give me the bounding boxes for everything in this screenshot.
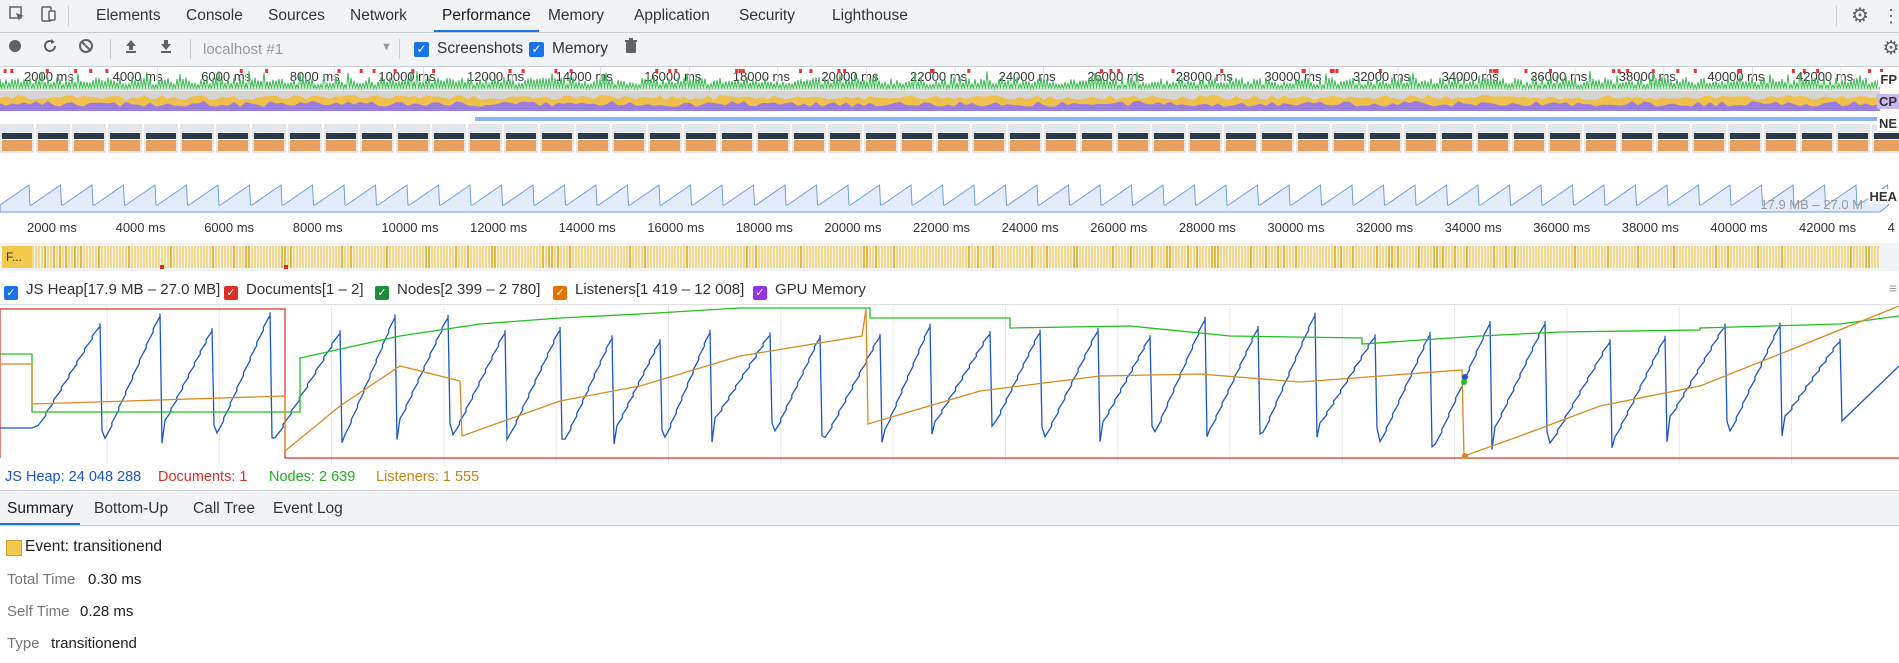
- ruler-tick-label: 32000 ms: [1356, 220, 1414, 235]
- divider: [68, 6, 69, 26]
- devtools-tab-bar: Elements Console Sources Network Perform…: [0, 0, 1899, 33]
- checkbox-icon: ✓: [753, 286, 767, 300]
- performance-toolbar: localhost #1 ▼ ✓ Screenshots ✓ Memory ⚙: [0, 33, 1899, 67]
- heap-range-text: 17.9 MB – 27.0 M: [1760, 197, 1863, 212]
- tab-security[interactable]: Security: [737, 0, 797, 32]
- tab-event-log[interactable]: Event Log: [273, 492, 343, 525]
- gpu-memory-counter-toggle[interactable]: ✓ GPU Memory: [753, 281, 866, 300]
- inspect-element-icon[interactable]: [6, 5, 28, 27]
- documents-value: Documents: 1: [158, 469, 248, 485]
- memory-counters-legend: ✓ JS Heap[17.9 MB – 27.0 MB] ✓ Documents[1…: [0, 276, 1899, 305]
- divider: [110, 39, 111, 59]
- listeners-counter-toggle[interactable]: ✓ Listeners[1 419 – 12 008]: [553, 281, 744, 300]
- ruler-tick-label: 36000 ms: [1533, 220, 1591, 235]
- ruler-tick-label: 2000 ms: [27, 220, 77, 235]
- listeners-value: Listeners: 1 555: [376, 469, 480, 485]
- more-options-icon[interactable]: ⋮: [1880, 5, 1899, 27]
- tab-elements[interactable]: Elements: [94, 0, 163, 32]
- checkbox-icon: ✓: [553, 286, 567, 300]
- timeline-overview[interactable]: 2000 ms 4000 ms 6000 ms 8000 ms 10000 ms 1200…: [0, 67, 1899, 242]
- frames-track[interactable]: F...: [0, 243, 1899, 271]
- network-track-label: NE: [1876, 116, 1899, 131]
- divider: [399, 39, 400, 59]
- tab-memory[interactable]: Memory: [546, 0, 606, 32]
- ruler-tick-label: 10000 ms: [381, 220, 439, 235]
- memory-counter-graph[interactable]: [0, 306, 1899, 464]
- settings-gear-icon[interactable]: ⚙: [1849, 5, 1871, 27]
- js-heap-value: JS Heap: 24 048 288: [5, 469, 142, 485]
- fps-track-label: FP: [1878, 72, 1899, 87]
- reload-record-icon[interactable]: [39, 38, 61, 60]
- ruler-tick-label: 4000 ms: [115, 220, 166, 235]
- tab-console[interactable]: Console: [184, 0, 245, 32]
- ruler-tick-label: 26000 ms: [1090, 220, 1148, 235]
- frames-bars: [32, 246, 1879, 269]
- tab-network[interactable]: Network: [348, 0, 409, 32]
- ruler-tick-label: 22000 ms: [913, 220, 971, 235]
- target-select[interactable]: localhost #1: [203, 41, 283, 58]
- ruler-tick-label: 8000 ms: [292, 220, 343, 235]
- ruler-tick-label: 40000 ms: [1710, 220, 1768, 235]
- counter-values: JS Heap: 24 048 288 Documents: 1 Nodes: …: [0, 466, 1899, 491]
- device-toolbar-icon[interactable]: [37, 5, 59, 27]
- ruler-tick-label: 30000 ms: [1267, 220, 1325, 235]
- tab-application[interactable]: Application: [632, 0, 712, 32]
- capture-settings-gear-icon[interactable]: ⚙: [1880, 38, 1899, 60]
- summary-row-type: Type transitionend: [7, 635, 137, 652]
- frames-label: F...: [2, 246, 32, 268]
- tab-sources[interactable]: Sources: [266, 0, 327, 32]
- record-icon[interactable]: [4, 38, 26, 60]
- counter-graph-lines: [0, 306, 1899, 464]
- tab-performance[interactable]: Performance: [434, 0, 539, 32]
- ruler-tick-label: 34000 ms: [1444, 220, 1502, 235]
- upload-profile-icon[interactable]: [120, 38, 142, 60]
- memory-label: Memory: [552, 40, 608, 57]
- checkbox-icon: ✓: [375, 286, 389, 300]
- event-title: Event: transitionend: [25, 538, 163, 555]
- ruler-tick-label: 12000 ms: [470, 220, 528, 235]
- tab-summary[interactable]: Summary: [0, 492, 81, 525]
- chevron-down-icon[interactable]: ▼: [381, 41, 392, 53]
- nodes-value: Nodes: 2 639: [269, 469, 356, 485]
- ruler-tick-label: 38000 ms: [1621, 220, 1679, 235]
- garbage-collect-trash-icon[interactable]: [620, 38, 642, 60]
- checkbox-icon: ✓: [224, 286, 238, 300]
- heap-track-label: HEA: [1867, 189, 1899, 204]
- ruler-tick-label: 14000 ms: [558, 220, 616, 235]
- divider: [190, 39, 191, 59]
- event-color-swatch: [6, 540, 22, 556]
- download-profile-icon[interactable]: [155, 38, 177, 60]
- ruler-tick-label: 20000 ms: [824, 220, 882, 235]
- ruler-tick-label: 28000 ms: [1178, 220, 1236, 235]
- ruler-tick-label: 6000 ms: [204, 220, 255, 235]
- js-heap-counter-toggle[interactable]: ✓ JS Heap[17.9 MB – 27.0 MB]: [4, 281, 220, 300]
- tab-bottom-up[interactable]: Bottom-Up: [94, 492, 168, 525]
- ruler-tick-label: 42000 ms: [1799, 220, 1857, 235]
- screenshots-label: Screenshots: [437, 40, 524, 57]
- details-tab-bar: Summary Bottom-Up Call Tree Event Log: [0, 492, 1899, 526]
- nodes-counter-toggle[interactable]: ✓ Nodes[2 399 – 2 780]: [375, 281, 540, 300]
- memory-checkbox[interactable]: ✓: [529, 42, 544, 57]
- summary-row-total-time: Total Time 0.30 ms: [7, 571, 142, 588]
- summary-panel: Event: transitionend Total Time 0.30 ms S…: [0, 526, 1899, 663]
- overview-tracks: [0, 67, 1899, 213]
- documents-counter-toggle[interactable]: ✓ Documents[1 – 2]: [224, 281, 364, 300]
- divider: [1836, 6, 1837, 26]
- checkbox-icon: ✓: [4, 286, 18, 300]
- ruler-tick-label: 16000 ms: [647, 220, 705, 235]
- ruler-tick-label: 24000 ms: [1001, 220, 1059, 235]
- ruler-tick-label: 18000 ms: [735, 220, 793, 235]
- ruler-tick-label: 4: [1887, 220, 1895, 235]
- screenshots-checkbox[interactable]: ✓: [414, 42, 429, 57]
- clear-icon[interactable]: [75, 38, 97, 60]
- tab-lighthouse[interactable]: Lighthouse: [830, 0, 910, 32]
- cpu-track-label: CP: [1876, 94, 1899, 109]
- summary-row-self-time: Self Time 0.28 ms: [7, 603, 134, 620]
- resize-handle-icon[interactable]: ≡: [1889, 280, 1897, 296]
- tab-call-tree[interactable]: Call Tree: [193, 492, 255, 525]
